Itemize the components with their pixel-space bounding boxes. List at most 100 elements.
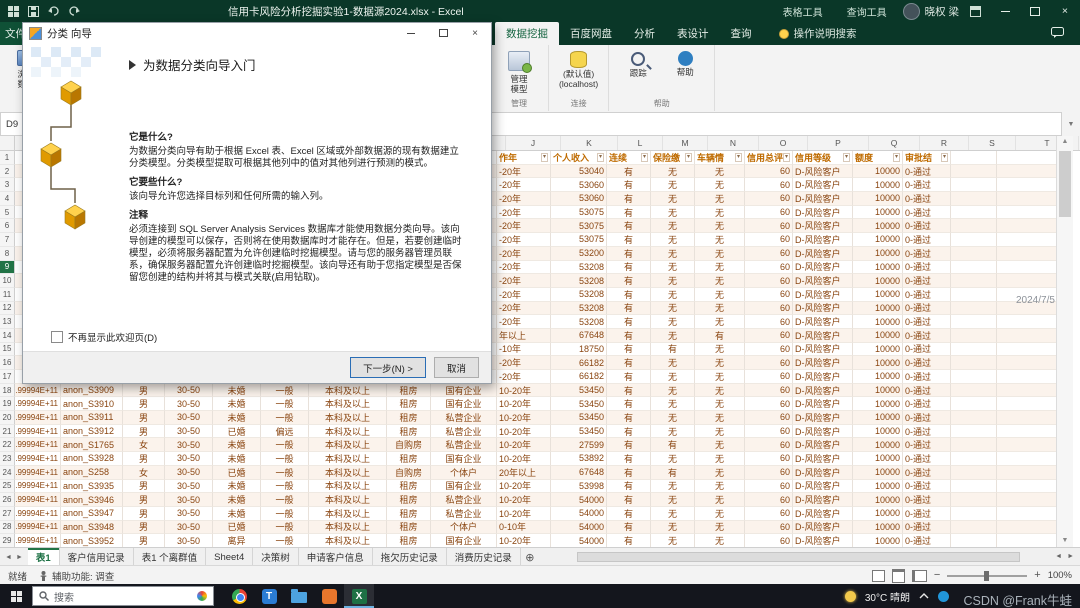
column-header-R[interactable]: R: [920, 136, 969, 150]
cell[interactable]: 10000: [853, 165, 903, 179]
row-header-21[interactable]: 21: [0, 425, 15, 439]
cell[interactable]: 10-20年: [497, 534, 551, 547]
row-header-19[interactable]: 19: [0, 397, 15, 411]
cell[interactable]: 男: [123, 452, 165, 466]
cell[interactable]: 无: [651, 384, 695, 398]
cell[interactable]: 国有企业: [431, 480, 497, 494]
blue-t-app-icon[interactable]: T: [254, 584, 284, 608]
sheet-tab-申请客户信息[interactable]: 申请客户信息: [299, 548, 373, 566]
cell[interactable]: 未婚: [213, 452, 261, 466]
cell[interactable]: 无: [651, 315, 695, 329]
cell[interactable]: 60: [745, 233, 793, 247]
cell[interactable]: 额度▾: [853, 151, 903, 165]
cell[interactable]: [997, 480, 1059, 494]
cell[interactable]: D-风险客户: [793, 411, 853, 425]
cell[interactable]: 10000: [853, 247, 903, 261]
cell[interactable]: [951, 534, 997, 547]
cell[interactable]: [997, 425, 1059, 439]
cell[interactable]: 53450: [551, 384, 607, 398]
cell[interactable]: 国有企业: [431, 452, 497, 466]
cell[interactable]: 10-20年: [497, 397, 551, 411]
cell[interactable]: 审批结▾: [903, 151, 951, 165]
cell[interactable]: 53208: [551, 261, 607, 275]
cell[interactable]: D-风险客户: [793, 315, 853, 329]
cell[interactable]: anon_S3909: [61, 384, 123, 398]
cell[interactable]: [951, 425, 997, 439]
column-header-M[interactable]: M: [663, 136, 708, 150]
cell[interactable]: 有: [607, 397, 651, 411]
cell[interactable]: D-风险客户: [793, 233, 853, 247]
cell[interactable]: 60: [745, 425, 793, 439]
filter-arrow-icon[interactable]: ▾: [641, 153, 648, 162]
horizontal-scrollbar[interactable]: ◄ ►: [569, 551, 1076, 563]
cell[interactable]: 一般: [261, 521, 309, 535]
cell[interactable]: 60: [745, 315, 793, 329]
cell[interactable]: 60: [745, 480, 793, 494]
cell[interactable]: 0-通过: [903, 206, 951, 220]
row-header-3[interactable]: 3: [0, 178, 15, 192]
cell[interactable]: 偏远: [261, 425, 309, 439]
cell[interactable]: 无: [651, 534, 695, 547]
cell[interactable]: 有: [607, 165, 651, 179]
row-header-25[interactable]: 25: [0, 480, 15, 494]
cell[interactable]: 个体户: [431, 521, 497, 535]
cell[interactable]: 无: [651, 411, 695, 425]
cell[interactable]: 67648: [551, 466, 607, 480]
cell[interactable]: 无: [651, 370, 695, 384]
cell[interactable]: 9.99994E+11: [15, 425, 61, 439]
cell[interactable]: [951, 493, 997, 507]
cell[interactable]: anon_S258: [61, 466, 123, 480]
cell[interactable]: 54000: [551, 493, 607, 507]
cell[interactable]: 60: [745, 370, 793, 384]
row-header-9[interactable]: 9: [0, 261, 15, 275]
cell[interactable]: 60: [745, 329, 793, 343]
cell[interactable]: 60: [745, 534, 793, 547]
cell[interactable]: 有: [607, 343, 651, 357]
cell[interactable]: 0-通过: [903, 521, 951, 535]
cell[interactable]: 9.99994E+11: [15, 534, 61, 547]
zoom-in-icon[interactable]: +: [1034, 570, 1040, 581]
cell[interactable]: 60: [745, 507, 793, 521]
cell[interactable]: anon_S3952: [61, 534, 123, 547]
cell[interactable]: 一般: [261, 507, 309, 521]
cell[interactable]: 无: [695, 370, 745, 384]
column-header-J[interactable]: J: [506, 136, 561, 150]
cell[interactable]: 53892: [551, 452, 607, 466]
cell[interactable]: 有: [607, 315, 651, 329]
cell[interactable]: 10000: [853, 493, 903, 507]
cell[interactable]: [951, 329, 997, 343]
cell[interactable]: 60: [745, 356, 793, 370]
column-header-P[interactable]: P: [808, 136, 869, 150]
cell[interactable]: 无: [651, 274, 695, 288]
cell[interactable]: 本科及以上: [309, 480, 387, 494]
cell[interactable]: anon_S3910: [61, 397, 123, 411]
cell[interactable]: [997, 206, 1059, 220]
accessibility-status[interactable]: 辅助功能: 调查: [39, 569, 114, 583]
cell[interactable]: D-风险客户: [793, 274, 853, 288]
row-header-11[interactable]: 11: [0, 288, 15, 302]
cell[interactable]: 9.99994E+11: [15, 411, 61, 425]
filter-arrow-icon[interactable]: ▾: [941, 153, 948, 162]
cell[interactable]: 60: [745, 397, 793, 411]
cell[interactable]: [951, 370, 997, 384]
scroll-left-icon[interactable]: ◄: [1055, 553, 1062, 560]
cell[interactable]: [997, 411, 1059, 425]
cell[interactable]: 女: [123, 466, 165, 480]
cell[interactable]: 10000: [853, 411, 903, 425]
cell[interactable]: 53075: [551, 233, 607, 247]
cell[interactable]: [997, 233, 1059, 247]
cell[interactable]: 男: [123, 397, 165, 411]
cell[interactable]: 租房: [387, 480, 431, 494]
cell[interactable]: [997, 466, 1059, 480]
cell[interactable]: 有: [607, 438, 651, 452]
weather-text[interactable]: 30°C 晴朗: [865, 589, 910, 604]
cell[interactable]: 无: [695, 247, 745, 261]
cell[interactable]: 10000: [853, 315, 903, 329]
normal-view-icon[interactable]: [872, 570, 885, 582]
cell[interactable]: 0-通过: [903, 452, 951, 466]
minimize-button[interactable]: [990, 0, 1020, 22]
cell[interactable]: [997, 192, 1059, 206]
cell[interactable]: [997, 274, 1059, 288]
cell[interactable]: 54000: [551, 521, 607, 535]
row-header-22[interactable]: 22: [0, 438, 15, 452]
